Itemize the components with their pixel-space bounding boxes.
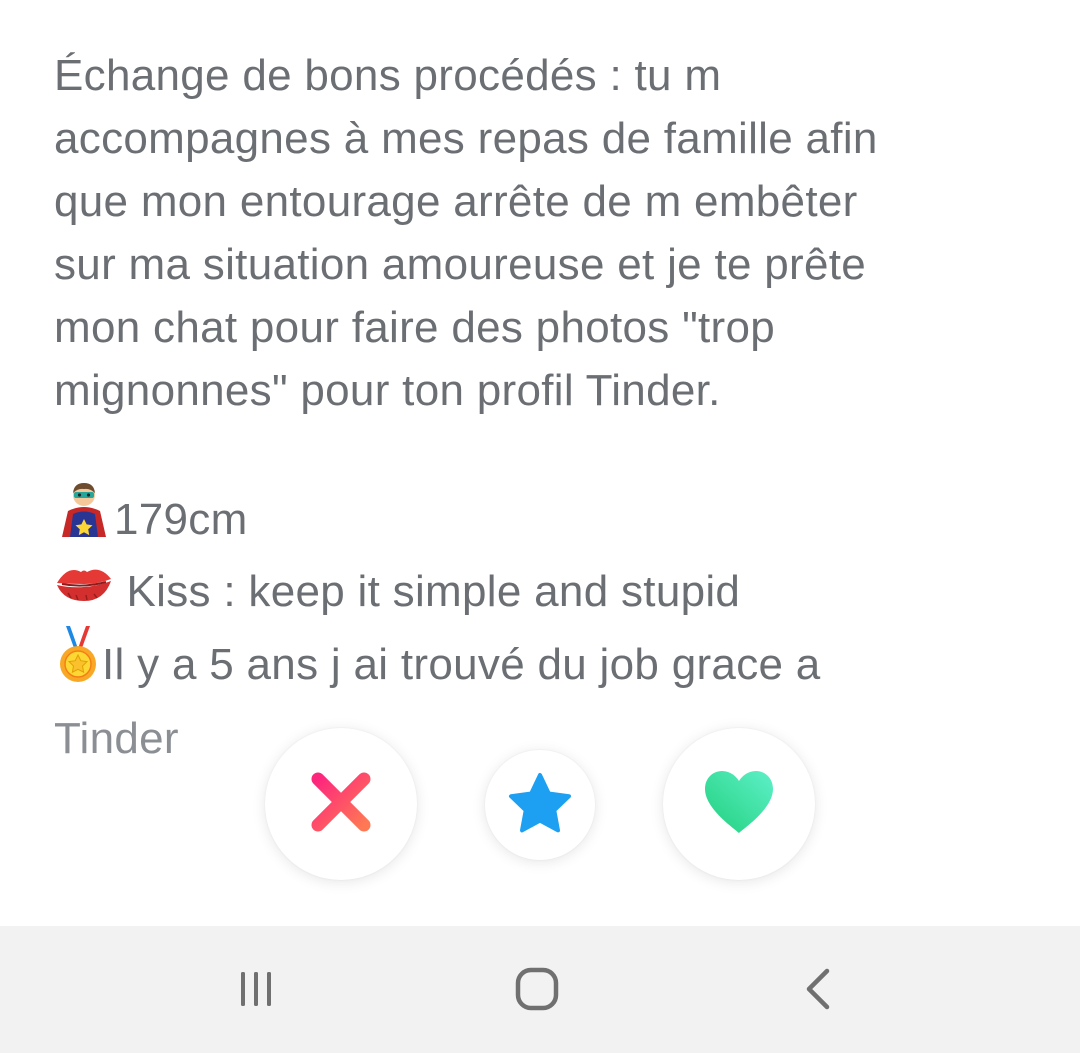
profile-bio: Échange de bons procédés : tu m accompag… bbox=[54, 44, 1044, 770]
bio-line: Échange de bons procédés : tu m bbox=[54, 51, 722, 100]
back-button[interactable] bbox=[773, 956, 863, 1026]
recent-apps-icon bbox=[236, 969, 276, 1014]
bio-line: mon chat pour faire des photos "trop bbox=[54, 303, 776, 352]
height-text: 179cm bbox=[114, 495, 248, 545]
bio-line: accompagnes à mes repas de famille afin bbox=[54, 114, 878, 163]
super-like-button[interactable] bbox=[485, 750, 595, 860]
job-text: Il y a 5 ans j ai trouvé du job grace a bbox=[102, 640, 821, 689]
swipe-actions bbox=[0, 728, 1080, 888]
nope-button[interactable] bbox=[265, 728, 417, 880]
medal-emoji-icon bbox=[54, 624, 102, 703]
height-line: 179cm bbox=[54, 483, 1044, 560]
kiss-mark-emoji-icon bbox=[54, 557, 114, 624]
bio-line: mignonnes" pour ton profil Tinder. bbox=[54, 366, 721, 415]
bio-line: que mon entourage arrête de m embêter bbox=[54, 177, 858, 226]
x-icon bbox=[308, 769, 374, 840]
home-button[interactable] bbox=[492, 956, 582, 1026]
bio-spacer bbox=[54, 422, 1044, 485]
home-icon bbox=[514, 966, 560, 1017]
kiss-text: Kiss : keep it simple and stupid bbox=[114, 567, 741, 616]
star-icon bbox=[508, 772, 572, 839]
system-navigation-bar bbox=[0, 926, 1080, 1053]
job-line: Il y a 5 ans j ai trouvé du job grace a bbox=[54, 625, 1044, 707]
bio-line: sur ma situation amoureuse et je te prêt… bbox=[54, 240, 867, 289]
superhero-emoji-icon bbox=[54, 481, 114, 556]
like-button[interactable] bbox=[663, 728, 815, 880]
heart-icon bbox=[701, 769, 777, 840]
recent-apps-button[interactable] bbox=[211, 956, 301, 1026]
back-icon bbox=[803, 967, 833, 1016]
kiss-line: Kiss : keep it simple and stupid bbox=[54, 560, 1044, 628]
profile-screen: Échange de bons procédés : tu m accompag… bbox=[0, 0, 1080, 1053]
